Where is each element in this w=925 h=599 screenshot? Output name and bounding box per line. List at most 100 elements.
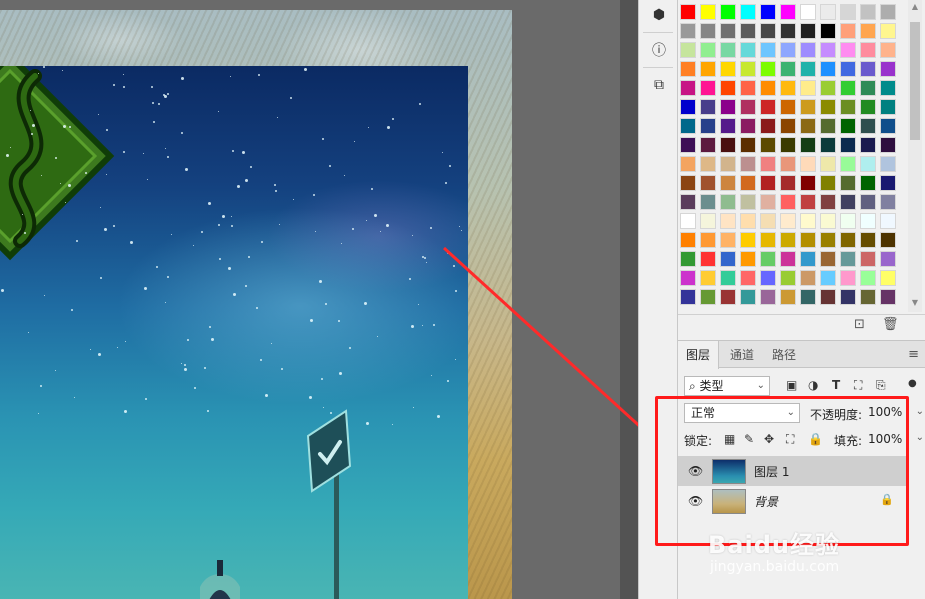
swatch[interactable]: [880, 99, 896, 115]
swatch[interactable]: [820, 270, 836, 286]
swatch[interactable]: [780, 4, 796, 20]
swatch[interactable]: [880, 251, 896, 267]
swatch[interactable]: [880, 23, 896, 39]
swatch[interactable]: [720, 289, 736, 305]
swatch[interactable]: [780, 213, 796, 229]
swatch[interactable]: [800, 137, 816, 153]
swatch[interactable]: [740, 4, 756, 20]
swatch[interactable]: [780, 23, 796, 39]
swatch[interactable]: [860, 232, 876, 248]
swatch[interactable]: [760, 137, 776, 153]
tab-channels[interactable]: 通道: [722, 341, 762, 369]
swatch[interactable]: [700, 118, 716, 134]
swatch[interactable]: [860, 194, 876, 210]
swatch[interactable]: [740, 213, 756, 229]
swatch[interactable]: [680, 61, 696, 77]
swatch[interactable]: [800, 251, 816, 267]
swatch[interactable]: [860, 42, 876, 58]
swatch[interactable]: [740, 251, 756, 267]
swatch[interactable]: [780, 251, 796, 267]
filter-smart-object-icon[interactable]: ⎘: [876, 378, 886, 393]
swatch[interactable]: [860, 270, 876, 286]
swatch[interactable]: [840, 156, 856, 172]
swatch[interactable]: [880, 42, 896, 58]
swatch[interactable]: [700, 156, 716, 172]
swatch[interactable]: [800, 99, 816, 115]
swatch[interactable]: [720, 80, 736, 96]
swatch[interactable]: [800, 80, 816, 96]
swatch[interactable]: [760, 99, 776, 115]
swatch[interactable]: [700, 4, 716, 20]
swatch[interactable]: [700, 80, 716, 96]
swatch[interactable]: [740, 289, 756, 305]
swatch[interactable]: [700, 289, 716, 305]
swatch[interactable]: [820, 118, 836, 134]
swatch[interactable]: [840, 194, 856, 210]
swatch[interactable]: [780, 61, 796, 77]
swatch[interactable]: [700, 137, 716, 153]
swatch[interactable]: [800, 175, 816, 191]
swatch[interactable]: [700, 175, 716, 191]
swatch[interactable]: [860, 80, 876, 96]
swatch[interactable]: [780, 99, 796, 115]
swatch[interactable]: [800, 4, 816, 20]
swatch[interactable]: [840, 42, 856, 58]
swatch[interactable]: [880, 4, 896, 20]
swatch[interactable]: [820, 23, 836, 39]
swatches-scrollbar[interactable]: ▲ ▼: [908, 0, 922, 312]
swatch[interactable]: [860, 175, 876, 191]
swatch[interactable]: [720, 42, 736, 58]
swatch[interactable]: [860, 23, 876, 39]
scroll-thumb[interactable]: [910, 22, 920, 140]
swatch[interactable]: [740, 232, 756, 248]
swatch[interactable]: [800, 270, 816, 286]
swatch[interactable]: [880, 61, 896, 77]
swatch[interactable]: [880, 156, 896, 172]
swatch[interactable]: [740, 118, 756, 134]
swatch[interactable]: [800, 156, 816, 172]
swatch[interactable]: [880, 118, 896, 134]
swatch[interactable]: [860, 61, 876, 77]
swatch[interactable]: [740, 175, 756, 191]
swatch[interactable]: [720, 213, 736, 229]
swatch[interactable]: [760, 156, 776, 172]
swatch[interactable]: [880, 194, 896, 210]
swatch[interactable]: [860, 4, 876, 20]
swatch[interactable]: [880, 80, 896, 96]
swatch[interactable]: [700, 194, 716, 210]
swatch[interactable]: [820, 80, 836, 96]
swatch[interactable]: [680, 23, 696, 39]
swatch[interactable]: [680, 42, 696, 58]
panel-menu-icon[interactable]: ≡: [908, 347, 919, 362]
swatch[interactable]: [820, 232, 836, 248]
swatch[interactable]: [680, 156, 696, 172]
swatch[interactable]: [780, 137, 796, 153]
swatch[interactable]: [740, 137, 756, 153]
swatch[interactable]: [820, 251, 836, 267]
swatch[interactable]: [680, 99, 696, 115]
swatch[interactable]: [680, 194, 696, 210]
swatch[interactable]: [780, 80, 796, 96]
swatch[interactable]: [760, 80, 776, 96]
swatch[interactable]: [760, 289, 776, 305]
swatch[interactable]: [780, 232, 796, 248]
swatch[interactable]: [820, 289, 836, 305]
swatch[interactable]: [820, 194, 836, 210]
swatch[interactable]: [700, 61, 716, 77]
swatch[interactable]: [680, 289, 696, 305]
swatch[interactable]: [720, 23, 736, 39]
swatch[interactable]: [800, 194, 816, 210]
swatch[interactable]: [720, 61, 736, 77]
swatch[interactable]: [700, 23, 716, 39]
swatch[interactable]: [680, 232, 696, 248]
swatch[interactable]: [740, 42, 756, 58]
swatch[interactable]: [760, 4, 776, 20]
swatch[interactable]: [840, 232, 856, 248]
scroll-down-icon[interactable]: ▼: [910, 298, 920, 308]
swatch[interactable]: [680, 4, 696, 20]
swatch[interactable]: [740, 80, 756, 96]
swatch[interactable]: [840, 289, 856, 305]
swatch[interactable]: [680, 175, 696, 191]
delete-swatch-icon[interactable]: 🗑: [882, 317, 899, 332]
swatch[interactable]: [720, 118, 736, 134]
